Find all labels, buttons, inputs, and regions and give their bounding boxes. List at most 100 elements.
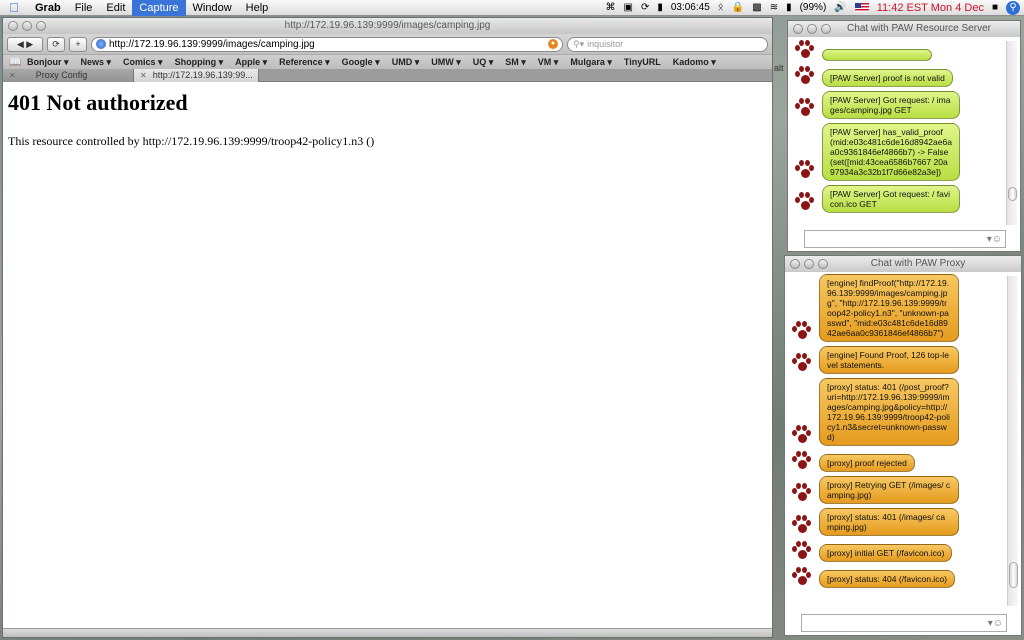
paw-avatar-icon xyxy=(791,450,813,472)
paw-pad xyxy=(799,192,804,198)
forward-arrow-icon[interactable]: ▶ xyxy=(26,39,33,49)
paw-pad xyxy=(795,45,800,51)
reload-button[interactable]: ⟳ xyxy=(47,36,65,52)
sync-icon[interactable]: ⟳ xyxy=(637,2,653,13)
bookmarks-book-icon[interactable]: 📖 xyxy=(9,57,21,68)
bookmark-kadomo[interactable]: Kadomo ▾ xyxy=(667,57,722,68)
tab-camping-image[interactable]: ✕ http://172.19.96.139:99... xyxy=(134,69,259,82)
tab-proxy-config[interactable]: ✕ Proxy Config xyxy=(3,69,134,82)
bookmark-reference[interactable]: Reference ▾ xyxy=(273,57,336,68)
chat-message: [PAW Server] proof is not valid xyxy=(794,65,1004,87)
chat-message: [proxy] Retrying GET (/images/ camping.j… xyxy=(791,476,1005,504)
paw-pad xyxy=(798,330,807,339)
scroll-thumb[interactable] xyxy=(1009,562,1018,588)
close-tab-icon[interactable]: ✕ xyxy=(9,69,16,82)
browser-title: http://172.19.96.139:9999/images/camping… xyxy=(284,20,491,31)
wifi-icon[interactable]: ≋ xyxy=(766,2,782,13)
paw-pad xyxy=(796,451,801,457)
paw-pad xyxy=(798,524,807,533)
menu-file[interactable]: File xyxy=(68,0,100,16)
bookmark-shopping[interactable]: Shopping ▾ xyxy=(169,57,230,68)
zoom-window-button[interactable] xyxy=(36,21,46,31)
address-bar[interactable]: http://172.19.96.139:9999/images/camping… xyxy=(91,36,563,52)
close-window-button[interactable] xyxy=(793,24,803,34)
timer-icon[interactable]: ▮ xyxy=(653,2,667,13)
paw-pad xyxy=(801,75,810,84)
browser-titlebar[interactable]: http://172.19.96.139:9999/images/camping… xyxy=(3,18,772,34)
chat-proxy-input[interactable]: ▾☺ xyxy=(801,614,1007,632)
menu-help[interactable]: Help xyxy=(239,0,276,16)
menu-window[interactable]: Window xyxy=(186,0,239,16)
close-window-button[interactable] xyxy=(790,259,800,269)
browser-window: http://172.19.96.139:9999/images/camping… xyxy=(2,17,773,638)
chat-bubble: [engine] findProof("http://172.19.96.139… xyxy=(819,274,959,342)
address-input[interactable]: http://172.19.96.139:9999/images/camping… xyxy=(109,39,545,50)
search-icon[interactable]: ⚲▾ xyxy=(573,39,584,50)
bookmark-umd[interactable]: UMD ▾ xyxy=(386,57,426,68)
menu-app-name[interactable]: Grab xyxy=(28,0,68,16)
bookmark-google[interactable]: Google ▾ xyxy=(336,57,386,68)
minimize-window-button[interactable] xyxy=(804,259,814,269)
bookmark-uq[interactable]: UQ ▾ xyxy=(467,57,500,68)
chat-proxy-titlebar[interactable]: Chat with PAW Proxy xyxy=(785,256,1021,272)
scroll-thumb[interactable] xyxy=(1008,187,1017,201)
chat-message: [PAW Server] has_valid_proof (mid:e03c48… xyxy=(794,123,1004,181)
bookmark-umw[interactable]: UMW ▾ xyxy=(425,57,467,68)
chat-server-input[interactable]: ▾☺ xyxy=(804,230,1006,248)
user-icon[interactable]: ■ xyxy=(988,2,1002,13)
search-field[interactable]: ⚲▾ inquisitor xyxy=(567,36,768,52)
page-heading: 401 Not authorized xyxy=(8,90,188,115)
paw-pad xyxy=(801,49,810,58)
chat-message: [PAW Server] Got request: / favicon.ico … xyxy=(794,185,1004,213)
menu-extras: ⌘ ▣ ⟳ ▮ 03:06:45 ᛟ 🔒 ▩ ≋ ▮ (99%) 🔊 11:42… xyxy=(601,0,1024,16)
chat-server-scrollbar[interactable] xyxy=(1006,41,1017,225)
paw-pad xyxy=(806,488,811,494)
volume-icon[interactable]: 🔊 xyxy=(830,2,850,13)
zoom-window-button[interactable] xyxy=(818,259,828,269)
bookmark-news[interactable]: News ▾ xyxy=(75,57,118,68)
paw-pad xyxy=(798,460,807,469)
bookmark-tinyurl[interactable]: TinyURL xyxy=(618,57,667,67)
chat-server-titlebar[interactable]: Chat with PAW Resource Server xyxy=(788,21,1020,37)
window-icon[interactable]: ▣ xyxy=(619,2,636,13)
input-flag-icon[interactable] xyxy=(854,3,869,12)
search-input[interactable]: inquisitor xyxy=(587,39,623,49)
bookmark-apple[interactable]: Apple ▾ xyxy=(229,57,273,68)
paw-pad xyxy=(796,515,801,521)
spotlight-icon[interactable]: ⚲ xyxy=(1006,0,1020,15)
menu-edit[interactable]: Edit xyxy=(99,0,132,16)
close-window-button[interactable] xyxy=(8,21,18,31)
back-arrow-icon[interactable]: ◀ xyxy=(17,39,24,49)
bluetooth-icon[interactable]: ᛟ xyxy=(714,2,728,13)
chat-message: [proxy] status: 401 (/images/ camping.jp… xyxy=(791,508,1005,536)
background-window-edge-text: alt xyxy=(774,63,784,73)
chat-bubble: [PAW Server] has_valid_proof (mid:e03c48… xyxy=(822,123,960,181)
bookmark-mulgara[interactable]: Mulgara ▾ xyxy=(564,57,618,68)
smiley-icon[interactable]: ▾☺ xyxy=(988,618,1003,629)
chat-proxy-scrollbar[interactable] xyxy=(1007,276,1018,606)
minimize-window-button[interactable] xyxy=(22,21,32,31)
menu-capture[interactable]: Capture xyxy=(132,0,186,16)
rss-icon[interactable]: ● xyxy=(548,39,558,49)
paw-pad xyxy=(792,358,797,364)
zoom-window-button[interactable] xyxy=(821,24,831,34)
add-bookmark-button[interactable]: + xyxy=(69,36,87,52)
bookmark-bonjour[interactable]: Bonjour ▾ xyxy=(21,57,75,68)
bookmark-vm[interactable]: VM ▾ xyxy=(532,57,565,68)
menu-clock[interactable]: 11:42 EST Mon 4 Dec xyxy=(873,2,988,14)
battery-icon[interactable]: ▮ xyxy=(782,2,796,13)
paw-pad xyxy=(796,483,801,489)
paw-pad xyxy=(806,430,811,436)
status-time: 03:06:45 xyxy=(670,2,710,13)
paw-avatar-icon xyxy=(794,39,816,61)
back-forward-button[interactable]: ◀ ▶ xyxy=(7,36,43,52)
apple-menu-icon[interactable]:  xyxy=(0,0,28,15)
command-icon[interactable]: ⌘ xyxy=(601,2,619,13)
bookmark-comics[interactable]: Comics ▾ xyxy=(117,57,169,68)
minimize-window-button[interactable] xyxy=(807,24,817,34)
display-icon[interactable]: ▩ xyxy=(748,2,765,13)
smiley-icon[interactable]: ▾☺ xyxy=(987,234,1002,245)
lock-icon[interactable]: 🔒 xyxy=(728,2,748,13)
close-tab-icon[interactable]: ✕ xyxy=(140,69,147,82)
bookmark-sm[interactable]: SM ▾ xyxy=(499,57,532,68)
